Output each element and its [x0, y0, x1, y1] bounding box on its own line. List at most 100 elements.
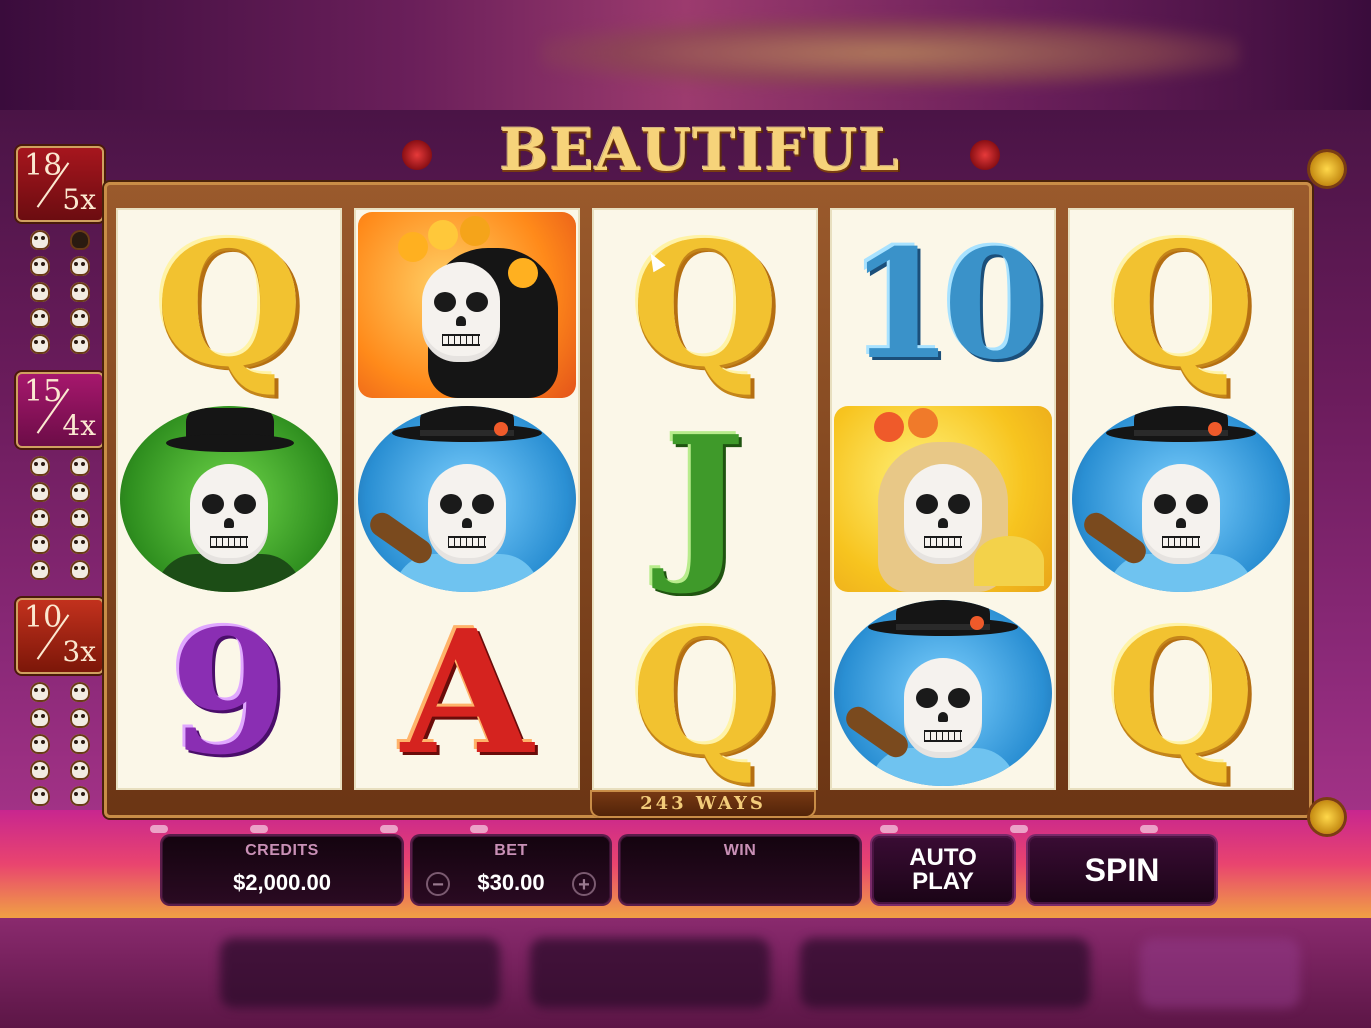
skull-icon — [70, 760, 90, 780]
symbol-mariachi-skeleton-man — [830, 596, 1056, 790]
guitar-icon — [365, 508, 437, 568]
symbol-q: Q — [592, 208, 818, 402]
autoplay-label-line1: AUTO — [909, 844, 977, 871]
skull-icon — [30, 508, 50, 528]
symbol-orange-flower-woman — [354, 208, 580, 402]
skull-icon — [70, 534, 90, 554]
fan-icon — [974, 536, 1044, 586]
blurred-logo — [540, 18, 1240, 88]
skull-icon — [70, 786, 90, 806]
sugar-skull-face — [428, 464, 506, 564]
reel-frame: Q 9 A Q J Q 10 Q Q — [104, 182, 1312, 818]
blurred-panel — [220, 938, 500, 1008]
symbol-q-glyph: Q — [630, 208, 780, 402]
skull-icon — [30, 334, 50, 354]
symbol-j-glyph: J — [664, 402, 746, 596]
symbol-9: 9 — [116, 596, 342, 790]
win-display: WIN — [620, 836, 860, 904]
skull-icon — [70, 482, 90, 502]
bet-increase-button[interactable]: + — [572, 872, 596, 896]
skull-icon — [30, 682, 50, 702]
flower-icon — [428, 220, 458, 250]
sugar-skull-face — [904, 464, 982, 564]
flower-icon — [908, 408, 938, 438]
skull-icon — [70, 334, 90, 354]
symbol-blonde-fan-woman — [830, 402, 1056, 596]
bet-decrease-button[interactable]: − — [426, 872, 450, 896]
symbol-q: Q — [1068, 208, 1294, 402]
gold-skull-ornament-icon — [1310, 800, 1344, 834]
skull-icon — [30, 534, 50, 554]
symbol-q-glyph: Q — [1106, 208, 1256, 402]
skull-icon — [70, 734, 90, 754]
hat-brim — [166, 434, 294, 452]
skull-icon — [30, 308, 50, 328]
symbol-q: Q — [1068, 596, 1294, 790]
multiplier-factor: 5x — [62, 183, 96, 216]
symbol-j: J — [592, 402, 818, 596]
gold-skull-ornament-icon — [1310, 152, 1344, 186]
bokeh-light — [150, 825, 168, 833]
spin-label: SPIN — [1084, 852, 1160, 888]
reel-3: Q J Q — [592, 208, 818, 790]
sugar-skull-face — [904, 658, 982, 758]
mariachi-portrait — [358, 406, 576, 592]
symbol-10-glyph: 10 — [848, 217, 1048, 393]
skull-meter-left-3 — [30, 682, 52, 812]
flower-icon — [874, 412, 904, 442]
game-scene: BEAUTIFUL BONES 18 5x 15 4x 10 3x Q — [0, 110, 1371, 918]
flower-icon — [508, 258, 538, 288]
reel-1: Q 9 — [116, 208, 342, 790]
skull-icon — [30, 230, 50, 250]
mariachi-portrait — [834, 600, 1052, 786]
symbol-q-glyph: Q — [1106, 596, 1256, 790]
skull-icon — [70, 282, 90, 302]
sugar-skull-face — [190, 464, 268, 564]
bokeh-light — [880, 825, 898, 833]
game-title: BEAUTIFUL BONES — [499, 116, 901, 260]
skull-icon — [30, 482, 50, 502]
skull-meter-left-2 — [30, 456, 52, 586]
skull-icon — [30, 786, 50, 806]
symbol-mariachi-skeleton-man — [1068, 402, 1294, 596]
skull-meter-left-1 — [30, 230, 52, 360]
symbol-q-glyph: Q — [154, 208, 304, 402]
skull-icon — [70, 708, 90, 728]
mariachi-portrait — [1072, 406, 1290, 592]
bokeh-light — [380, 825, 398, 833]
orange-woman-portrait — [358, 212, 576, 398]
multiplier-10-3x: 10 3x — [16, 598, 104, 674]
skull-icon — [30, 282, 50, 302]
flower-icon — [460, 216, 490, 246]
blurred-footer-backdrop — [0, 918, 1371, 1028]
blurred-panel — [530, 938, 770, 1008]
skull-icon — [30, 456, 50, 476]
skull-icon — [70, 682, 90, 702]
bokeh-light — [1140, 825, 1158, 833]
bet-display: BET $30.00 − + — [412, 836, 610, 904]
reel-4: 10 — [830, 208, 1056, 790]
symbol-q: Q — [116, 208, 342, 402]
bet-label: BET — [494, 842, 528, 859]
blurred-panel — [1140, 938, 1300, 1008]
skull-meter-right-2 — [70, 456, 92, 586]
credits-value: $2,000.00 — [233, 870, 331, 895]
green-skeleton-portrait — [120, 406, 338, 592]
spin-button[interactable]: SPIN — [1028, 836, 1216, 904]
skull-icon — [30, 256, 50, 276]
symbol-mariachi-skeleton-man — [354, 402, 580, 596]
flower-icon — [494, 422, 508, 436]
skull-empty-icon — [70, 230, 90, 250]
blonde-woman-portrait — [834, 406, 1052, 592]
guitar-icon — [841, 702, 913, 762]
sugar-skull-face — [1142, 464, 1220, 564]
guitar-icon — [1079, 508, 1151, 568]
credits-display: CREDITS $2,000.00 — [162, 836, 402, 904]
skull-icon — [30, 560, 50, 580]
blurred-header-backdrop — [0, 0, 1371, 110]
skull-meter-right-1 — [70, 230, 92, 360]
flower-icon — [970, 616, 984, 630]
autoplay-button[interactable]: AUTO PLAY — [872, 836, 1014, 904]
symbol-9-glyph: 9 — [169, 596, 289, 790]
skull-icon — [70, 456, 90, 476]
